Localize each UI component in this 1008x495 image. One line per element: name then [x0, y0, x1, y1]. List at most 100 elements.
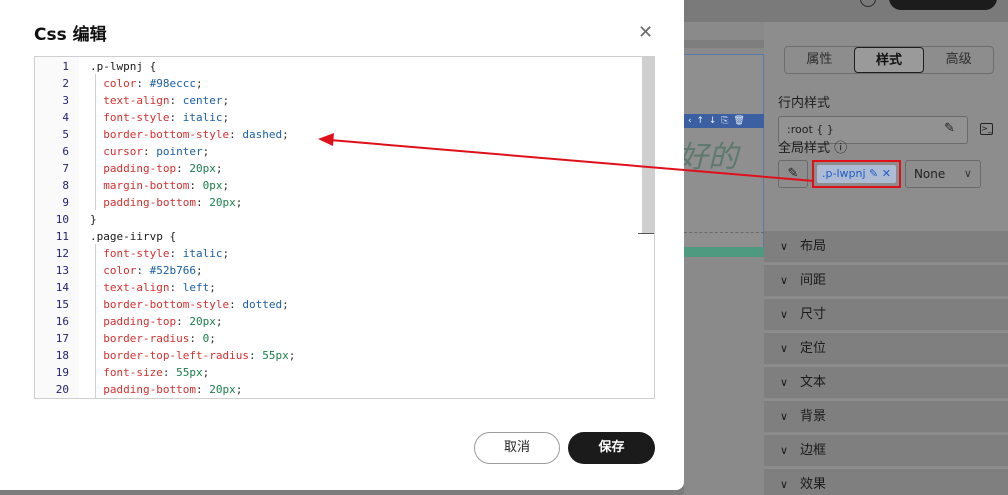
chevron-down-icon: ∨ [780, 342, 789, 355]
code-line: 7 padding-top: 20px; [35, 160, 654, 177]
line-number: 16 [55, 315, 69, 328]
app-topbar [684, 0, 1008, 22]
code-token: : [169, 94, 183, 107]
accordion-label: 布局 [800, 239, 827, 254]
line-number: 19 [55, 366, 69, 379]
line-number: 12 [55, 247, 69, 260]
line-number: 20 [55, 383, 69, 396]
code-token: left [182, 281, 210, 294]
code-token: ; [209, 332, 216, 345]
code-token: #98eccc [149, 77, 196, 90]
class-tag[interactable]: .p-lwpnj ✎ ✕ [817, 165, 896, 183]
code-token: ; [195, 264, 203, 277]
accordion-effects[interactable]: ∨ 效果 [764, 469, 1008, 495]
class-select[interactable]: None ∨ [904, 160, 981, 188]
canvas-strip [684, 40, 764, 48]
code-token: border-bottom-style [90, 128, 230, 141]
code-token: ; [235, 196, 243, 209]
accordion-size[interactable]: ∨ 尺寸 [764, 299, 1008, 331]
global-edit-button[interactable]: ✎ [778, 160, 808, 188]
code-token: ; [222, 94, 230, 107]
code-line: 15 border-bottom-style: dotted; [35, 296, 654, 313]
code-token: italic [182, 111, 223, 124]
code-token: 55px [262, 349, 289, 362]
line-number: 15 [55, 298, 69, 311]
global-style-row: ✎ .p-lwpnj ✎ ✕ None ∨ [778, 160, 981, 188]
accordion-label: 定位 [800, 341, 827, 356]
code-token: : [169, 111, 183, 124]
line-number: 9 [62, 196, 69, 209]
accordion-position[interactable]: ∨ 定位 [764, 333, 1008, 365]
accordion-text[interactable]: ∨ 文本 [764, 367, 1008, 399]
code-token: ; [195, 77, 203, 90]
tab-attributes[interactable]: 属性 [785, 47, 854, 73]
code-token: : [176, 315, 190, 328]
code-token: 0px [202, 179, 223, 192]
style-panel: 属性 样式 高级 行内样式 :root { } ✎ >_ 全局样式 ⓘ ✎ .p… [764, 22, 1008, 495]
terminal-icon[interactable]: >_ [980, 123, 993, 135]
canvas-green-block [684, 247, 764, 257]
close-icon[interactable]: ✕ [882, 167, 891, 180]
code-token: .page-iirvp { [90, 230, 177, 243]
code-text: text-align: left; [90, 279, 216, 296]
code-token: ; [209, 281, 216, 294]
top-action-button[interactable] [889, 0, 997, 10]
line-number: 10 [55, 213, 69, 226]
accordion-label: 效果 [800, 477, 827, 492]
code-line: 16 padding-top: 20px; [35, 313, 654, 330]
code-editor[interactable]: 1 .p-lwpnj {2 color: #98eccc; 3 text-align… [34, 56, 655, 399]
code-text: .page-iirvp { [90, 228, 176, 245]
code-token: .p-lwpnj { [90, 60, 157, 73]
accordion-label: 文本 [800, 375, 827, 390]
save-button[interactable]: 保存 [568, 432, 655, 464]
accordion-spacing[interactable]: ∨ 间距 [764, 265, 1008, 297]
code-line: 20 padding-bottom: 20px; [35, 381, 654, 398]
code-token: padding-bottom [90, 196, 196, 209]
code-token: font-size [90, 366, 163, 379]
code-token: 20px [189, 162, 216, 175]
code-token: padding-top [90, 162, 177, 175]
block-toolbar[interactable]: ‹ ↑ ↓ ⎘ 🗑 [684, 114, 764, 128]
code-token: 20px [189, 315, 216, 328]
code-token: padding-bottom [90, 383, 196, 396]
code-token: border-bottom-style [90, 298, 230, 311]
code-token: ; [202, 145, 210, 158]
cancel-button[interactable]: 取消 [474, 432, 560, 464]
code-token: text-align [90, 281, 170, 294]
accordion-label: 边框 [800, 443, 827, 458]
line-number: 1 [62, 60, 69, 73]
code-line: 5 border-bottom-style: dashed; [35, 126, 654, 143]
code-token: } [90, 213, 97, 226]
code-token: ; [222, 247, 230, 260]
code-text: .p-lwpnj { [90, 58, 156, 75]
chevron-down-icon: ∨ [780, 444, 789, 457]
code-token: : [176, 162, 190, 175]
canvas-preview-text: 好的 [678, 140, 738, 175]
code-token: pointer [156, 145, 203, 158]
code-line: 13 color: #52b766; [35, 262, 654, 279]
code-token: : [195, 383, 210, 396]
code-line: 6 cursor: pointer; [35, 143, 654, 160]
code-token: : [162, 366, 177, 379]
code-line: 14 text-align: left; [35, 279, 654, 296]
line-number: 18 [55, 349, 69, 362]
code-text: padding-top: 20px; [90, 160, 222, 177]
circle-icon[interactable] [860, 0, 876, 7]
code-line: 18 border-top-left-radius: 55px; [35, 347, 654, 364]
code-token: ; [215, 162, 223, 175]
code-token: : [169, 247, 183, 260]
code-line: 4 font-style: italic; [35, 109, 654, 126]
close-icon[interactable]: ✕ [638, 22, 653, 43]
line-number: 4 [62, 111, 69, 124]
accordion-border[interactable]: ∨ 边框 [764, 435, 1008, 467]
line-number: 14 [55, 281, 69, 294]
accordion-layout[interactable]: ∨ 布局 [764, 231, 1008, 263]
tab-advanced[interactable]: 高级 [924, 47, 993, 73]
tab-style[interactable]: 样式 [853, 47, 925, 73]
code-token: dashed [242, 128, 283, 141]
edit-icon[interactable]: ✎ [869, 167, 878, 180]
accordion-background[interactable]: ∨ 背景 [764, 401, 1008, 433]
inline-style-label: 行内样式 [778, 96, 831, 111]
code-line: 11 .page-iirvp { [35, 228, 654, 245]
edit-icon[interactable]: ✎ [944, 121, 955, 136]
